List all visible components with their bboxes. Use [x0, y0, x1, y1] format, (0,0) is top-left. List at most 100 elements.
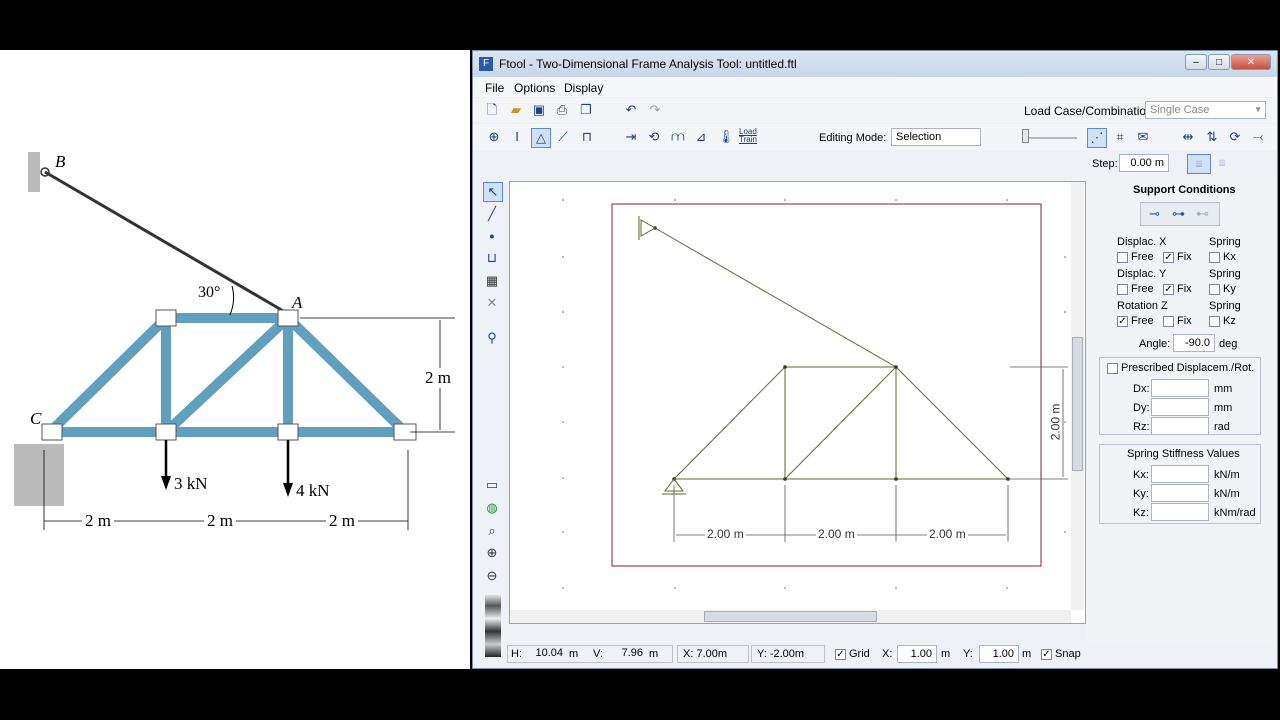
temperature-icon[interactable]: 🌡: [717, 128, 735, 146]
grid-y-field[interactable]: 1.00: [979, 645, 1019, 663]
x-free-checkbox[interactable]: [1117, 252, 1128, 263]
dimension-icon[interactable]: ⊔: [483, 249, 501, 267]
zoom-in-icon[interactable]: ⊕: [483, 544, 501, 562]
hinge-icon[interactable]: ⟋: [554, 128, 572, 146]
grid-y-label: Y:: [963, 648, 973, 660]
intersect-icon[interactable]: ⚲: [483, 329, 501, 347]
minimize-button[interactable]: –: [1185, 54, 1207, 70]
moment-load-icon[interactable]: ⟲: [645, 128, 663, 146]
support-symbols: [638, 216, 686, 495]
load-case-select[interactable]: Single Case ▼: [1145, 101, 1266, 119]
zoom-out-icon[interactable]: ⊖: [483, 567, 501, 585]
v-field[interactable]: 7.96: [605, 645, 647, 663]
new-file-icon[interactable]: 🗋: [483, 101, 501, 119]
axial-force-icon[interactable]: ⇹: [1179, 128, 1197, 146]
zoom-icon[interactable]: ⌕: [483, 522, 501, 540]
displacement-icon[interactable]: ⤙: [1249, 128, 1267, 146]
ky-unit: kN/m: [1214, 488, 1240, 500]
maximize-button[interactable]: □: [1208, 54, 1230, 70]
kz-unit: kNm/rad: [1214, 507, 1256, 519]
snap-checkbox[interactable]: ✓: [1041, 649, 1052, 660]
v-unit: m: [649, 648, 659, 660]
grid-x-field[interactable]: 1.00: [897, 645, 937, 663]
dy-field[interactable]: [1151, 398, 1209, 416]
kz-field[interactable]: [1151, 503, 1209, 521]
menu-display[interactable]: Display: [564, 81, 603, 95]
drawing-canvas[interactable]: 2.00 m 2.00 m 2.00 m 2.00 m: [509, 181, 1086, 624]
envelope-icon[interactable]: ✉: [1134, 128, 1152, 146]
angle-field[interactable]: -90.0: [1173, 334, 1215, 352]
delete-icon[interactable]: ✕: [483, 294, 501, 312]
kz-field-label: Kz:: [1133, 507, 1149, 519]
linear-load-icon[interactable]: ⊿: [692, 128, 710, 146]
z-fix-checkbox[interactable]: [1163, 316, 1174, 327]
close-button[interactable]: ✕: [1231, 54, 1271, 70]
redo-icon[interactable]: ↷: [646, 101, 664, 119]
save-icon[interactable]: ▣: [530, 101, 548, 119]
kx-field[interactable]: [1151, 465, 1209, 483]
globe-icon[interactable]: ◍: [483, 499, 501, 517]
z-free-label: Free: [1131, 315, 1154, 327]
step-free-icon[interactable]: ⦙⦙⦙: [1211, 154, 1233, 172]
copy-icon[interactable]: ❐: [577, 101, 595, 119]
analysis-model-icon[interactable]: ⊕: [485, 128, 503, 146]
label-span-2: 2 m: [204, 511, 236, 531]
textbook-figure: B A C 30° 2 m 3 kN 4 kN 2 m 2 m 2 m: [0, 50, 470, 669]
menu-file[interactable]: File: [485, 81, 504, 95]
y-spring-checkbox[interactable]: [1209, 284, 1220, 295]
label-load-left: 3 kN: [174, 474, 208, 493]
dx-field[interactable]: [1151, 379, 1209, 397]
select-cursor-icon[interactable]: ↖: [483, 182, 503, 202]
shear-force-icon[interactable]: ⇅: [1203, 128, 1221, 146]
x-fix-checkbox[interactable]: ✓: [1163, 252, 1174, 263]
step-snap-icon[interactable]: ⦙⦙⦙: [1187, 154, 1211, 174]
menu-options[interactable]: Options: [514, 81, 555, 95]
results-diagram-icon[interactable]: ⋰: [1087, 128, 1107, 148]
vertical-scroll-thumb[interactable]: [1072, 337, 1083, 471]
support-fixed-icon[interactable]: ⊸: [1149, 206, 1160, 222]
y-fix-checkbox[interactable]: ✓: [1163, 284, 1174, 295]
bending-moment-icon[interactable]: ⟳: [1226, 128, 1244, 146]
prescribed-checkbox[interactable]: [1107, 363, 1118, 374]
grid-checkbox[interactable]: ✓: [835, 649, 846, 660]
truss-model: [654, 227, 1009, 480]
print-icon[interactable]: ⎙: [553, 101, 571, 119]
section-icon[interactable]: I: [508, 128, 526, 146]
support-inclined-icon[interactable]: ⊷: [1196, 206, 1209, 222]
x-fix-label: Fix: [1177, 251, 1192, 263]
zoom-slider-handle[interactable]: [1022, 129, 1029, 143]
z-spring-checkbox[interactable]: [1209, 316, 1220, 327]
properties-panel: Support Conditions ⊸ ⊶ ⊷ Displac. X Spri…: [1087, 176, 1275, 656]
z-free-checkbox[interactable]: ✓: [1117, 316, 1128, 327]
nodal-load-icon[interactable]: ⇥: [622, 128, 640, 146]
support-icon[interactable]: △: [531, 128, 551, 148]
open-folder-icon[interactable]: ▰: [507, 101, 525, 119]
dim-label-height: 2.00 m: [1048, 403, 1063, 441]
support-spring-icon[interactable]: ⊶: [1172, 206, 1185, 222]
label-a: A: [292, 293, 303, 312]
undo-icon[interactable]: ↶: [622, 101, 640, 119]
x-spring-checkbox[interactable]: [1209, 252, 1220, 263]
grid-tool-icon[interactable]: ▦: [483, 272, 501, 290]
spring-y-label: Spring: [1209, 268, 1241, 280]
load-train-button[interactable]: Load Train: [739, 128, 761, 144]
fit-view-icon[interactable]: ▭: [483, 476, 501, 494]
rz-field[interactable]: [1151, 417, 1209, 435]
node-icon[interactable]: ●: [483, 227, 501, 245]
truss-diagram: [14, 152, 455, 530]
distributed-load-icon[interactable]: ⩋: [669, 128, 687, 146]
ky-field[interactable]: [1151, 484, 1209, 502]
wall-b: [28, 152, 40, 192]
editing-mode-field[interactable]: Selection: [891, 128, 981, 146]
step-field[interactable]: 0.00 m: [1119, 154, 1169, 172]
spring-stiffness-title: Spring Stiffness Values: [1127, 448, 1240, 460]
horizontal-scroll-thumb[interactable]: [704, 611, 877, 622]
h-field[interactable]: 10.04: [525, 645, 567, 663]
member-line-icon[interactable]: ╱: [483, 205, 501, 223]
frame-icon[interactable]: ⊓: [578, 128, 596, 146]
y-fix-label: Fix: [1177, 283, 1192, 295]
support-title: Support Conditions: [1133, 184, 1236, 196]
ky-label: Ky: [1223, 283, 1236, 295]
y-free-checkbox[interactable]: [1117, 284, 1128, 295]
deformed-icon[interactable]: ⌗: [1111, 128, 1129, 146]
